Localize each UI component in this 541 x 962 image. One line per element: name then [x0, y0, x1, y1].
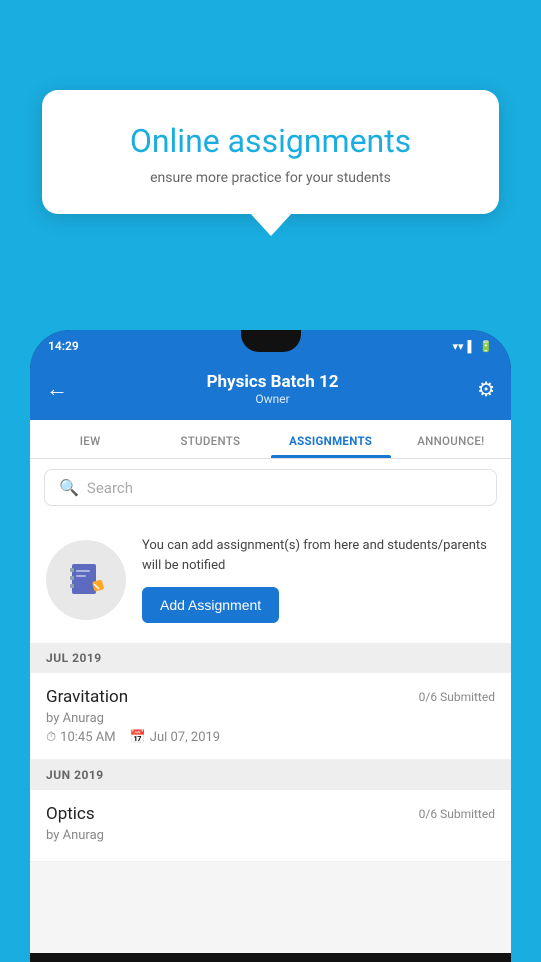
- status-icons: ▾▾ ▌ 🔋: [452, 340, 493, 353]
- tabs-bar: IEW STUDENTS ASSIGNMENTS ANNOUNCE!: [30, 420, 511, 459]
- assignment-item-gravitation[interactable]: Gravitation 0/6 Submitted by Anurag ⏱ 10…: [30, 673, 511, 760]
- back-button[interactable]: ←: [46, 376, 68, 402]
- section-header-jul: JUL 2019: [30, 643, 511, 673]
- phone-frame: 14:29 ▾▾ ▌ 🔋 ← Physics Batch 12 Owner ⚙ …: [30, 330, 511, 962]
- add-assignment-button[interactable]: Add Assignment: [142, 587, 279, 623]
- promo-icon-circle: [46, 540, 126, 620]
- signal-icon: ▌: [468, 340, 476, 353]
- bubble-title: Online assignments: [70, 122, 471, 160]
- app-bar: ← Physics Batch 12 Owner ⚙: [30, 362, 511, 420]
- app-bar-title: Physics Batch 12: [207, 372, 339, 392]
- search-box[interactable]: 🔍 Search: [44, 469, 497, 506]
- battery-icon: 🔋: [479, 340, 493, 353]
- notch: [241, 330, 301, 352]
- app-bar-center: Physics Batch 12 Owner: [207, 372, 339, 406]
- wifi-icon: ▾▾: [452, 340, 463, 353]
- assignment-item-optics[interactable]: Optics 0/6 Submitted by Anurag: [30, 790, 511, 862]
- search-container: 🔍 Search: [30, 459, 511, 516]
- assignment-status-gravitation: 0/6 Submitted: [419, 690, 495, 704]
- section-header-jun: JUN 2019: [30, 760, 511, 790]
- promo-right: You can add assignment(s) from here and …: [142, 536, 495, 623]
- app-bar-subtitle: Owner: [207, 392, 339, 406]
- tab-students[interactable]: STUDENTS: [150, 420, 270, 458]
- calendar-icon: 📅: [130, 730, 146, 745]
- assignment-name-optics: Optics: [46, 804, 95, 824]
- tab-announcements[interactable]: ANNOUNCE!: [391, 420, 511, 458]
- assignment-date-gravitation: 📅 Jul 07, 2019: [130, 730, 221, 745]
- promo-block: You can add assignment(s) from here and …: [30, 516, 511, 643]
- tab-assignments[interactable]: ASSIGNMENTS: [271, 420, 391, 458]
- promo-text: You can add assignment(s) from here and …: [142, 536, 495, 575]
- speech-bubble: Online assignments ensure more practice …: [42, 90, 499, 214]
- assignment-top-optics: Optics 0/6 Submitted: [46, 804, 495, 824]
- assignment-by-optics: by Anurag: [46, 828, 495, 843]
- notebook-icon: [64, 558, 108, 602]
- settings-icon[interactable]: ⚙: [477, 377, 495, 401]
- content-area: 🔍 Search You can add ass: [30, 459, 511, 953]
- search-icon: 🔍: [59, 478, 79, 497]
- status-time: 14:29: [48, 339, 79, 353]
- assignment-name-gravitation: Gravitation: [46, 687, 128, 707]
- assignment-top: Gravitation 0/6 Submitted: [46, 687, 495, 707]
- assignment-by-gravitation: by Anurag: [46, 711, 495, 726]
- tab-iew[interactable]: IEW: [30, 420, 150, 458]
- clock-icon: ⏱: [46, 730, 56, 745]
- assignment-time-gravitation: ⏱ 10:45 AM: [46, 730, 116, 745]
- search-placeholder: Search: [87, 479, 133, 497]
- assignment-meta-gravitation: ⏱ 10:45 AM 📅 Jul 07, 2019: [46, 730, 495, 745]
- bubble-subtitle: ensure more practice for your students: [70, 170, 471, 186]
- assignment-status-optics: 0/6 Submitted: [419, 807, 495, 821]
